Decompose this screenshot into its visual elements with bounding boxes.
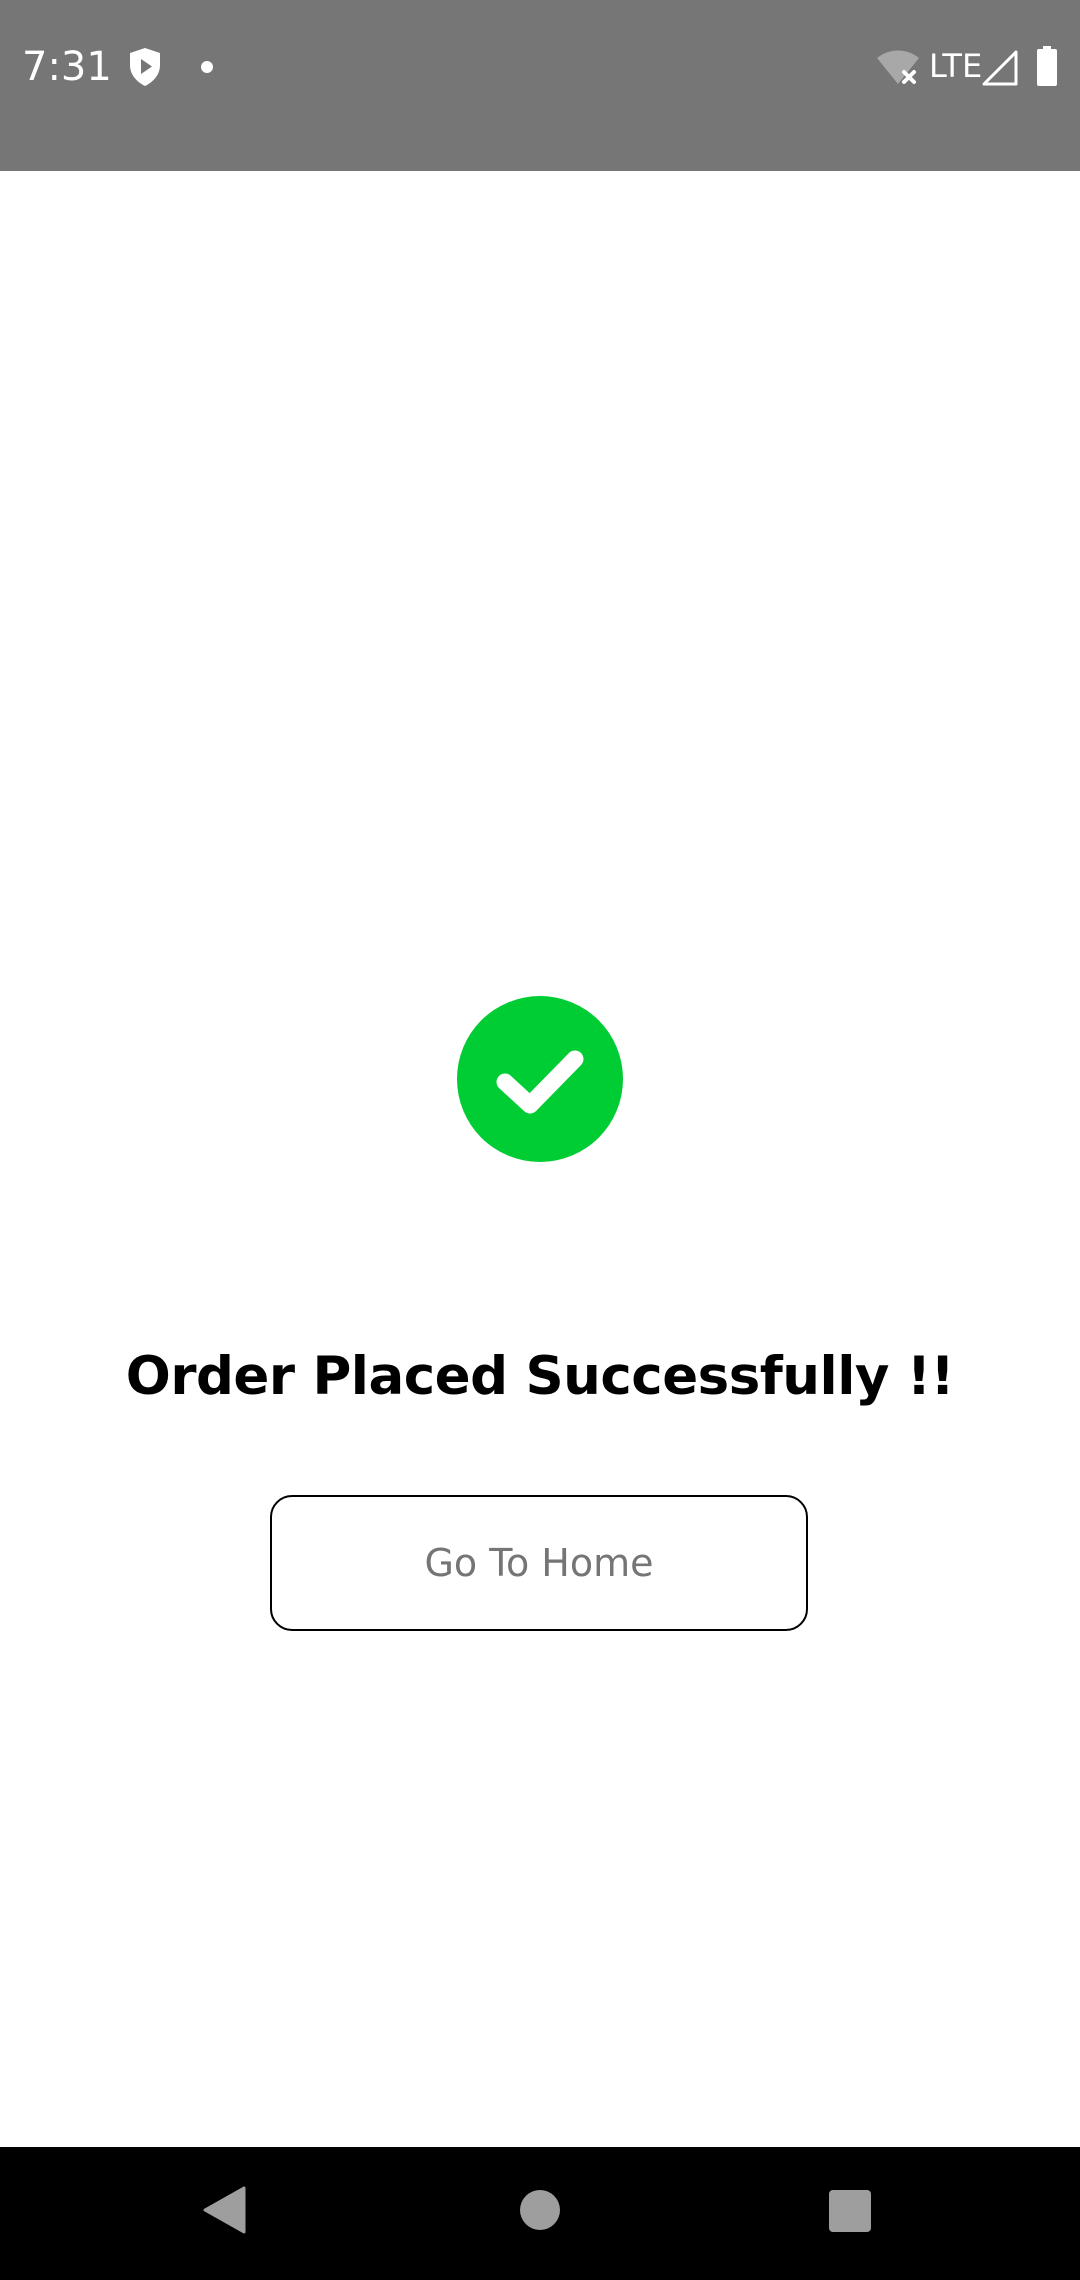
back-icon[interactable] [202, 2185, 246, 2235]
status-bar: 7:31 LTE [0, 0, 1080, 171]
go-to-home-button[interactable]: Go To Home [270, 1495, 808, 1631]
notification-dot-icon [201, 61, 213, 73]
recents-icon[interactable] [829, 2190, 871, 2232]
battery-icon [1037, 46, 1057, 86]
cell-signal-icon [982, 50, 1018, 86]
success-title: Order Placed Successfully !! [125, 1346, 955, 1407]
shield-play-icon [130, 48, 160, 86]
network-type-label: LTE [929, 47, 983, 85]
status-time: 7:31 [22, 44, 112, 90]
check-circle-icon [457, 996, 623, 1162]
wifi-off-icon [877, 50, 919, 84]
order-success-screen: 7:31 LTE Order Placed Successfully !! Go… [0, 0, 1080, 2280]
home-icon[interactable] [519, 2189, 561, 2231]
navigation-bar [0, 2147, 1080, 2280]
